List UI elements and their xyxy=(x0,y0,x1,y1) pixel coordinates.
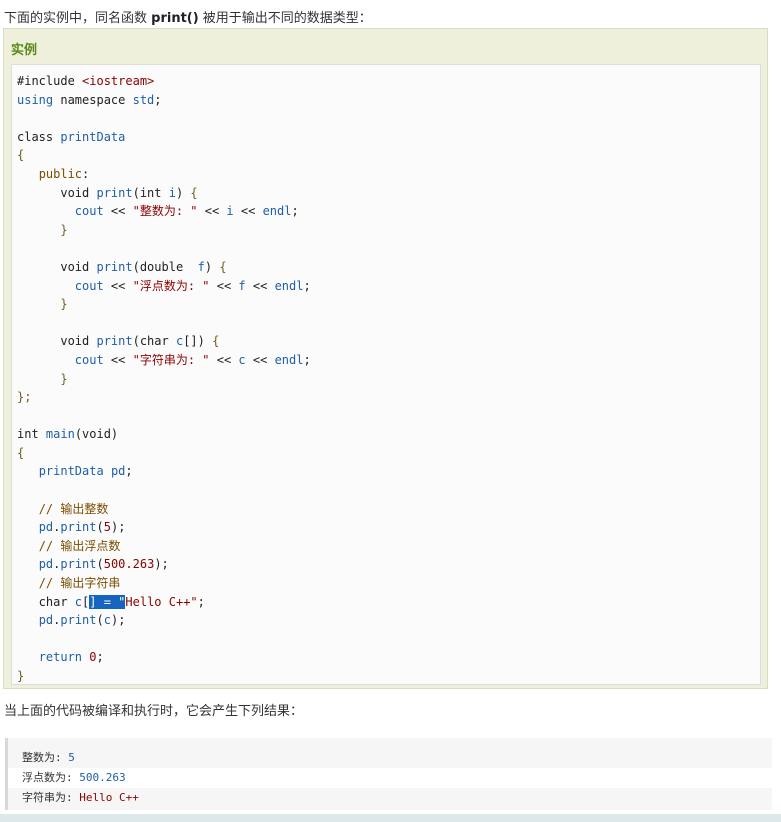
code-line-24: // 输出整数 xyxy=(38,501,109,516)
text-selection[interactable]: ] = " xyxy=(89,594,126,609)
code-line-11: void print(double f) { xyxy=(17,259,227,274)
output-value: Hello C++ xyxy=(79,791,139,804)
result-intro-text: 当上面的代码被编译和执行时，它会产生下列结果： xyxy=(4,704,304,719)
output-line-1: 整数为: 5 xyxy=(22,748,75,768)
code-line-8: cout << "整数为: " << i << endl; xyxy=(74,204,299,219)
code-line-5: { xyxy=(17,148,25,163)
code-line-17: } xyxy=(60,371,68,386)
output-line-2: 浮点数为: 500.263 xyxy=(8,768,772,788)
intro-func: print() xyxy=(151,11,199,26)
output-label: 浮点数为: xyxy=(22,771,80,784)
code-line-9: } xyxy=(60,222,68,237)
code-line-12: cout << "浮点数为: " << f << endl; xyxy=(74,278,311,293)
code-line-26: // 输出浮点数 xyxy=(38,538,121,553)
output-value: 500.263 xyxy=(79,771,126,784)
code-panel[interactable]: #include <iostream> using namespace std;… xyxy=(11,64,761,685)
output-box: 整数为: 5 浮点数为: 500.263 字符串为: Hello C++ xyxy=(5,738,772,810)
output-label: 整数为: xyxy=(22,751,69,764)
code-line-7: void print(int i) { xyxy=(17,185,198,200)
code-line-2: using namespace std; xyxy=(17,92,162,107)
code-line-1: #include <iostream> xyxy=(17,74,155,88)
code-line-20: int main(void) xyxy=(17,427,119,442)
code-line-28: // 输出字符串 xyxy=(38,576,121,591)
code-line-30: pd.print(c); xyxy=(38,613,126,628)
intro-suffix: 被用于输出不同的数据类型： xyxy=(198,11,372,26)
output-value: 5 xyxy=(68,751,75,764)
code-line-21: { xyxy=(17,445,25,460)
code-line-33: } xyxy=(17,669,25,683)
output-line-3: 字符串为: Hello C++ xyxy=(22,788,139,808)
code-line-29: char c[] = "Hello C++"; xyxy=(17,594,205,609)
code-line-22: printData pd; xyxy=(38,464,133,479)
bottom-bar xyxy=(0,814,781,822)
example-title: 实例 xyxy=(11,43,38,58)
code-line-4: class printData xyxy=(17,129,126,144)
code-line-18: }; xyxy=(17,390,32,405)
code-line-16: cout << "字符串为: " << c << endl; xyxy=(74,352,311,367)
example-box: 实例 #include <iostream> using namespace s… xyxy=(3,28,768,689)
code-line-25: pd.print(5); xyxy=(38,520,126,535)
code-line-27: pd.print(500.263); xyxy=(38,557,169,572)
code-block[interactable]: #include <iostream> using namespace std;… xyxy=(17,72,311,686)
output-label: 字符串为: xyxy=(22,791,80,804)
intro-text: 下面的实例中，同名函数 print() 被用于输出不同的数据类型： xyxy=(4,7,372,26)
code-line-15: void print(char c[]) { xyxy=(17,334,220,349)
intro-prefix: 下面的实例中，同名函数 xyxy=(4,11,152,26)
code-line-6: public: xyxy=(38,166,90,181)
code-line-13: } xyxy=(60,297,68,312)
code-line-32: return 0; xyxy=(38,650,104,665)
